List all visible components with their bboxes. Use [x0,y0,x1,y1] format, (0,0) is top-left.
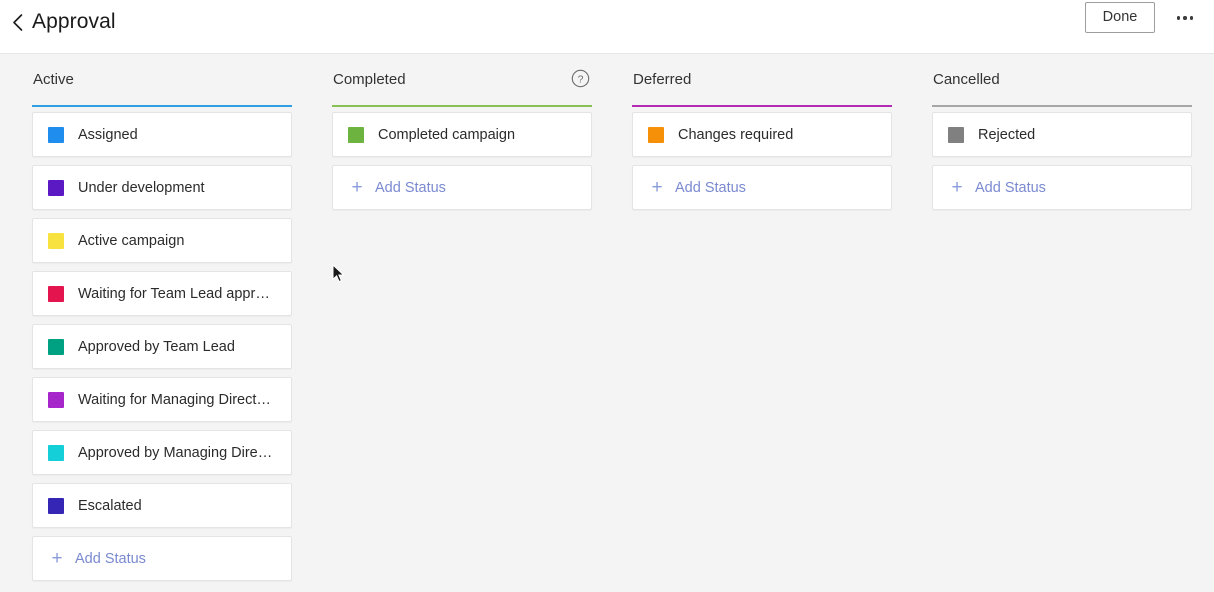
column-header: Deferred [632,55,892,105]
status-label: Completed campaign [378,126,516,143]
add-status-button[interactable]: + Add Status [332,165,592,210]
column-card-list: Changes required + Add Status [632,112,892,210]
status-color-swatch [48,179,64,196]
page-title: Approval [32,10,116,33]
status-card[interactable]: Under development [32,165,292,210]
column-accent-rule [932,105,1192,107]
status-label: Under development [78,179,205,196]
column-header: Completed ? [332,55,592,105]
status-label: Active campaign [78,232,185,249]
status-label: Approved by Managing Dire… [78,444,273,461]
status-card[interactable]: Approved by Managing Dire… [32,430,292,475]
status-color-swatch [48,285,64,302]
status-card[interactable]: Assigned [32,112,292,157]
column-header: Cancelled [932,55,1192,105]
column-title: Active [33,71,74,88]
status-card[interactable]: Waiting for Managing Direct… [32,377,292,422]
status-label: Rejected [978,126,1036,143]
ellipsis-icon-dot [1189,16,1194,20]
status-column-cancelled: Cancelled Rejected + Add Status [932,55,1192,210]
plus-icon: + [51,548,63,569]
column-card-list: Rejected + Add Status [932,112,1192,210]
status-label: Waiting for Team Lead appr… [78,285,270,302]
done-button[interactable]: Done [1085,2,1155,33]
back-button[interactable] [4,7,30,37]
add-status-label: Add Status [975,179,1046,196]
status-color-swatch [48,444,64,461]
add-status-button[interactable]: + Add Status [632,165,892,210]
status-color-swatch [48,391,64,408]
column-accent-rule [332,105,592,107]
status-label: Changes required [678,126,794,143]
svg-text:?: ? [578,73,584,85]
column-accent-rule [632,105,892,107]
add-status-label: Add Status [75,550,146,567]
status-card[interactable]: Changes required [632,112,892,157]
status-color-swatch [348,126,364,143]
chevron-left-icon [11,13,24,32]
column-title: Completed [333,71,406,88]
plus-icon: + [951,177,963,198]
status-color-swatch [648,126,664,143]
plus-icon: + [351,177,363,198]
column-title: Cancelled [933,71,1000,88]
ellipsis-icon-dot [1183,16,1187,20]
top-bar: Approval Done [0,0,1214,54]
add-status-label: Add Status [675,179,746,196]
status-column-completed: Completed ? Completed campaign + Add Sta… [332,55,592,210]
add-status-label: Add Status [375,179,446,196]
add-status-button[interactable]: + Add Status [932,165,1192,210]
status-color-swatch [48,232,64,249]
status-label: Assigned [78,126,138,143]
status-card[interactable]: Approved by Team Lead [32,324,292,369]
overflow-menu-button[interactable] [1168,6,1202,30]
status-color-swatch [48,497,64,514]
status-label: Waiting for Managing Direct… [78,391,271,408]
status-color-swatch [48,126,64,143]
status-color-swatch [948,126,964,143]
status-card[interactable]: Escalated [32,483,292,528]
ellipsis-icon-dot [1176,16,1181,20]
status-card[interactable]: Rejected [932,112,1192,157]
column-card-list: Completed campaign + Add Status [332,112,592,210]
column-header: Active [32,55,292,105]
status-label: Escalated [78,497,142,514]
add-status-button[interactable]: + Add Status [32,536,292,581]
column-accent-rule [32,105,292,107]
status-color-swatch [48,338,64,355]
plus-icon: + [651,177,663,198]
column-title: Deferred [633,71,692,88]
help-circle-icon[interactable]: ? [571,69,590,88]
status-column-active: Active Assigned Under development Active… [32,55,292,581]
status-card[interactable]: Completed campaign [332,112,592,157]
status-card[interactable]: Active campaign [32,218,292,263]
status-column-deferred: Deferred Changes required + Add Status [632,55,892,210]
status-card[interactable]: Waiting for Team Lead appr… [32,271,292,316]
column-card-list: Assigned Under development Active campai… [32,112,292,581]
status-label: Approved by Team Lead [78,338,235,355]
status-board: Active Assigned Under development Active… [0,55,1214,592]
